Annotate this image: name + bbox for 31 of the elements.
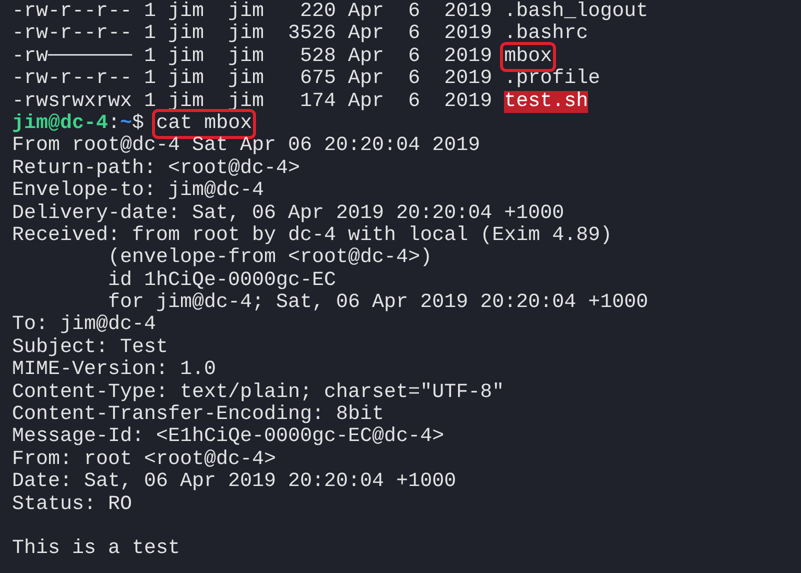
file-permissions-line: -rw-r--r-- 1 jim jim 3526 Apr 6 2019 bbox=[12, 23, 494, 46]
output-line: Envelope-to: jim@dc-4 bbox=[12, 180, 264, 203]
output-line: Return-path: <root@dc-4> bbox=[12, 158, 300, 180]
output-line: Message-Id: <E1hCiQe-0000gc-EC@dc-4> bbox=[12, 426, 444, 449]
output-line: (envelope-from <root@dc-4>) bbox=[107, 247, 432, 270]
file-permissions-line: -rw-r--r-- 1 jim jim 675 Apr 6 2019 bbox=[12, 68, 494, 91]
output-line: MIME-Version: 1.0 bbox=[12, 359, 216, 382]
output-line: Date: Sat, 06 Apr 2019 20:20:04 +1000 bbox=[12, 471, 456, 494]
file-permissions-line: -rw-r--r-- 1 jim jim 220 Apr 6 2019 bbox=[12, 1, 494, 24]
file-name: .profile bbox=[504, 68, 600, 91]
file-name: .bash_logout bbox=[504, 1, 648, 24]
output-line: Delivery-date: Sat, 06 Apr 2019 20:20:04 +1000 bbox=[12, 202, 564, 225]
output-line: Content-Transfer-Encoding: 8bit bbox=[12, 404, 384, 426]
prompt-path: ~ bbox=[120, 112, 132, 136]
output-line: Content-Type: text/plain; charset="UTF-8" bbox=[12, 382, 504, 404]
output-line: Status: RO bbox=[12, 494, 132, 516]
file-name: test.sh bbox=[504, 90, 588, 113]
output-line: for jim@dc-4; Sat, 06 Apr 2019 20:20:04 +1000 bbox=[107, 292, 648, 314]
output-line: Subject: Test bbox=[12, 336, 168, 360]
prompt-separator: : bbox=[108, 112, 120, 136]
file-name: .bashrc bbox=[504, 23, 588, 46]
prompt-user-host: jim@dc-4 bbox=[12, 112, 108, 136]
output-line: To: jim@dc-4 bbox=[12, 314, 156, 337]
output-line: id 1hCiQe-0000gc-EC bbox=[107, 270, 336, 292]
file-permissions-line: -rw─────── 1 jim jim 528 Apr 6 2019 bbox=[12, 46, 494, 68]
output-line: From: root <root@dc-4> bbox=[12, 448, 276, 472]
file-permissions-line: -rwsrwxrwx 1 jim jim 174 Apr 6 2019 bbox=[12, 90, 494, 113]
output-line: From root@dc-4 Sat Apr 06 20:20:04 2019 bbox=[12, 135, 480, 158]
output-line: This is a test bbox=[12, 538, 180, 561]
output-line: Received: from root by dc-4 with local (Exim 4.89) bbox=[12, 224, 612, 248]
prompt-symbol: $ bbox=[132, 112, 144, 136]
